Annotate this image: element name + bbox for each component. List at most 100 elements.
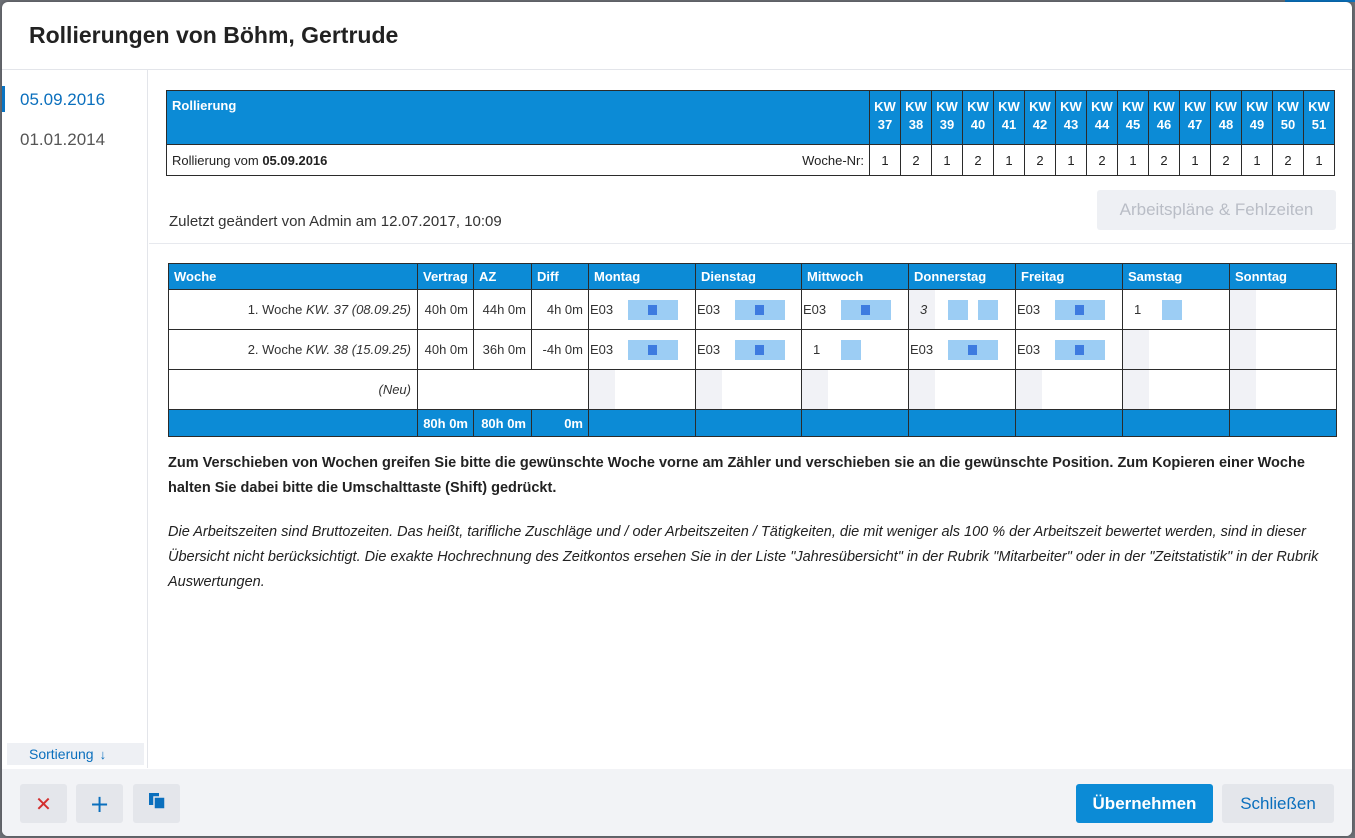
day-cell-donnerstag[interactable]: E03 xyxy=(908,329,1016,370)
total-empty xyxy=(588,409,696,437)
totals-row: 80h 0m 80h 0m 0m xyxy=(168,409,1337,437)
week-number-cell: 1 xyxy=(993,144,1025,176)
sidebar-item-01-01-2014[interactable]: 01.01.2014 xyxy=(20,130,105,150)
az-cell: 44h 0m xyxy=(473,289,532,330)
week-label[interactable]: 1. Woche KW. 37 (08.09.25) xyxy=(168,289,418,330)
day-cell-mittwoch[interactable]: 1 xyxy=(801,329,909,370)
delete-button[interactable]: ✕ xyxy=(20,784,67,823)
week-number-cell: 1 xyxy=(869,144,901,176)
day-cell-dienstag[interactable]: E03 xyxy=(695,289,802,330)
week-number-cell: 2 xyxy=(962,144,994,176)
header-dienstag: Dienstag xyxy=(695,263,802,290)
total-empty xyxy=(1122,409,1230,437)
new-week-label[interactable]: (Neu) xyxy=(168,369,418,410)
kw-header: KW 37 xyxy=(869,90,901,145)
shift-block xyxy=(628,300,678,320)
plans-absences-button[interactable]: Arbeitspläne & Fehlzeiten xyxy=(1097,190,1336,230)
week-row[interactable]: 2. Woche KW. 38 (15.09.25) 40h 0m 36h 0m… xyxy=(168,329,1337,370)
header-vertrag: Vertrag xyxy=(417,263,474,290)
dialog-title: Rollierungen von Böhm, Gertrude xyxy=(29,22,399,48)
day-cell-sonntag[interactable] xyxy=(1229,369,1337,410)
header-az: AZ xyxy=(473,263,532,290)
sort-label: Sortierung xyxy=(29,746,94,762)
shift-block xyxy=(735,300,785,320)
shift-block xyxy=(841,340,861,360)
sidebar-active-indicator xyxy=(2,86,5,112)
header-donnerstag: Donnerstag xyxy=(908,263,1016,290)
rollierung-row-label: Rollierung vom 05.09.2016 Woche-Nr: xyxy=(166,144,870,176)
kw-header: KW 40 xyxy=(962,90,994,145)
week-label[interactable]: 2. Woche KW. 38 (15.09.25) xyxy=(168,329,418,370)
week-number-cell: 2 xyxy=(1086,144,1118,176)
plus-icon: + xyxy=(89,789,110,818)
day-cell-samstag[interactable] xyxy=(1122,329,1230,370)
kw-header: KW 38 xyxy=(900,90,932,145)
kw-table: Rollierung KW 37 KW 38 KW 39 KW 40 KW 41 KW 42… xyxy=(166,90,1335,176)
day-cell-montag[interactable] xyxy=(588,369,696,410)
vertrag-cell: 40h 0m xyxy=(417,329,474,370)
day-cell-mittwoch[interactable] xyxy=(801,369,909,410)
day-cell-montag[interactable]: E03 xyxy=(588,329,696,370)
week-number-cell: 1 xyxy=(1179,144,1211,176)
week-number-cell: 1 xyxy=(1117,144,1149,176)
new-week-row[interactable]: (Neu) xyxy=(168,369,1337,410)
day-cell-samstag[interactable]: 1 xyxy=(1122,289,1230,330)
day-cell-montag[interactable]: E03 xyxy=(588,289,696,330)
day-cell-mittwoch[interactable]: E03 xyxy=(801,289,909,330)
shift-block xyxy=(978,300,998,320)
header-mittwoch: Mittwoch xyxy=(801,263,909,290)
shift-block xyxy=(1162,300,1182,320)
day-cell-freitag[interactable]: E03 xyxy=(1015,329,1123,370)
day-cell-dienstag[interactable]: E03 xyxy=(695,329,802,370)
kw-header: KW 44 xyxy=(1086,90,1118,145)
week-number-cell: 2 xyxy=(1272,144,1304,176)
day-cell-sonntag[interactable] xyxy=(1229,289,1337,330)
total-empty xyxy=(695,409,802,437)
shift-block xyxy=(1055,340,1105,360)
instructions-text: Zum Verschieben von Wochen greifen Sie b… xyxy=(168,455,1305,496)
shift-block xyxy=(735,340,785,360)
header-samstag: Samstag xyxy=(1122,263,1230,290)
kw-header: KW 46 xyxy=(1148,90,1180,145)
kw-header: KW 50 xyxy=(1272,90,1304,145)
day-cell-freitag[interactable] xyxy=(1015,369,1123,410)
kw-header: KW 39 xyxy=(931,90,963,145)
kw-header: KW 47 xyxy=(1179,90,1211,145)
apply-button[interactable]: Übernehmen xyxy=(1076,784,1213,823)
day-cell-donnerstag[interactable]: 3 xyxy=(908,289,1016,330)
header-diff: Diff xyxy=(531,263,589,290)
header-freitag: Freitag xyxy=(1015,263,1123,290)
sort-button[interactable]: Sortierung ↓ xyxy=(7,743,144,765)
week-number-cell: 2 xyxy=(1148,144,1180,176)
diff-cell: 4h 0m xyxy=(531,289,589,330)
shift-block xyxy=(948,300,968,320)
shift-block xyxy=(841,300,891,320)
copy-button[interactable] xyxy=(133,784,180,823)
new-row-empty xyxy=(417,369,589,410)
week-number-cell: 2 xyxy=(1210,144,1242,176)
week-number-cell: 1 xyxy=(1055,144,1087,176)
sidebar-item-05-09-2016[interactable]: 05.09.2016 xyxy=(20,90,105,110)
week-row[interactable]: 1. Woche KW. 37 (08.09.25) 40h 0m 44h 0m… xyxy=(168,289,1337,330)
week-number-cell: 2 xyxy=(900,144,932,176)
week-number-cell: 2 xyxy=(1024,144,1056,176)
arrow-down-icon: ↓ xyxy=(99,747,107,762)
kw-header: KW 49 xyxy=(1241,90,1273,145)
copy-icon xyxy=(147,792,167,816)
day-cell-sonntag[interactable] xyxy=(1229,329,1337,370)
day-cell-samstag[interactable] xyxy=(1122,369,1230,410)
kw-header-label: Rollierung xyxy=(166,90,870,145)
add-button[interactable]: + xyxy=(76,784,123,823)
dialog-footer: ✕ + Übernehmen Schließen xyxy=(2,769,1352,836)
header-montag: Montag xyxy=(588,263,696,290)
week-table: Woche Vertrag AZ Diff Montag Dienstag Mi… xyxy=(168,263,1337,437)
day-cell-freitag[interactable]: E03 xyxy=(1015,289,1123,330)
close-button[interactable]: Schließen xyxy=(1222,784,1334,823)
day-cell-donnerstag[interactable] xyxy=(908,369,1016,410)
last-changed-info: Zuletzt geändert von Admin am 12.07.2017… xyxy=(169,213,502,230)
day-cell-dienstag[interactable] xyxy=(695,369,802,410)
main-divider xyxy=(149,243,1352,244)
kw-header: KW 41 xyxy=(993,90,1025,145)
header-woche: Woche xyxy=(168,263,418,290)
week-number-cell: 1 xyxy=(1241,144,1273,176)
